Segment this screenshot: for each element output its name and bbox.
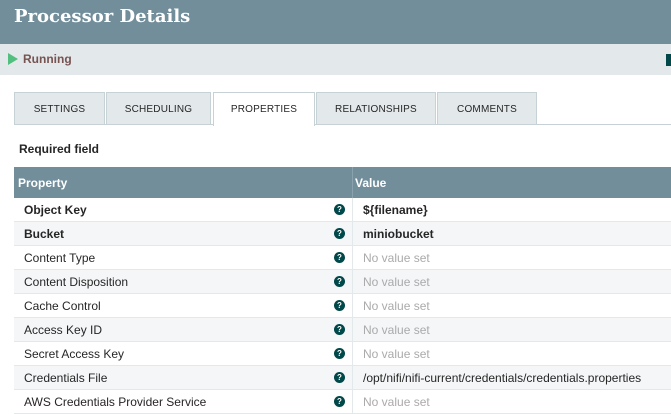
help-icon[interactable]: ?	[334, 204, 345, 215]
help-icon[interactable]: ?	[334, 372, 345, 383]
table-row[interactable]: Bucket ? miniobucket	[14, 222, 671, 246]
property-value[interactable]: miniobucket	[363, 227, 434, 241]
property-value[interactable]: No value set	[363, 299, 430, 313]
help-icon[interactable]: ?	[334, 348, 345, 359]
table-row[interactable]: Cache Control ? No value set	[14, 294, 671, 318]
table-row[interactable]: Secret Access Key ? No value set	[14, 342, 671, 366]
property-name: Cache Control	[24, 299, 101, 313]
property-name: Secret Access Key	[24, 347, 125, 361]
table-header: Property Value	[14, 167, 671, 198]
property-name: AWS Credentials Provider Service	[24, 395, 207, 409]
tab-bar: SETTINGS SCHEDULING PROPERTIES RELATIONS…	[14, 92, 671, 126]
tab-settings[interactable]: SETTINGS	[14, 92, 105, 125]
column-divider	[352, 294, 353, 318]
table-row[interactable]: AWS Credentials Provider Service ? No va…	[14, 390, 671, 414]
table-row[interactable]: Credentials File ? /opt/nifi/nifi-curren…	[14, 366, 671, 390]
column-divider	[352, 342, 353, 366]
tab-properties[interactable]: PROPERTIES	[213, 92, 315, 126]
status-bar: Running	[0, 44, 671, 75]
column-divider	[352, 318, 353, 342]
property-value[interactable]: No value set	[363, 395, 430, 409]
column-property[interactable]: Property	[18, 176, 67, 190]
property-name: Object Key	[24, 203, 87, 217]
property-value[interactable]: No value set	[363, 347, 430, 361]
property-value[interactable]: No value set	[363, 251, 430, 265]
help-icon[interactable]: ?	[334, 228, 345, 239]
column-divider	[352, 246, 353, 270]
run-status: Running	[23, 52, 72, 66]
required-field-note: Required field	[19, 142, 100, 156]
property-name: Credentials File	[24, 371, 108, 385]
dialog-header: Processor Details	[0, 0, 671, 44]
property-name: Bucket	[24, 227, 65, 241]
property-value[interactable]: /opt/nifi/nifi-current/credentials/crede…	[363, 371, 641, 385]
column-divider	[352, 198, 353, 222]
property-value[interactable]: No value set	[363, 275, 430, 289]
property-name: Content Type	[24, 251, 96, 265]
help-icon[interactable]: ?	[334, 324, 345, 335]
property-value[interactable]: No value set	[363, 323, 430, 337]
property-name: Access Key ID	[24, 323, 103, 337]
column-divider	[352, 167, 353, 198]
property-value[interactable]: ${filename}	[363, 203, 428, 217]
property-name: Content Disposition	[24, 275, 129, 289]
table-row[interactable]: Content Disposition ? No value set	[14, 270, 671, 294]
help-icon[interactable]: ?	[334, 276, 345, 287]
table-row[interactable]: Access Key ID ? No value set	[14, 318, 671, 342]
column-divider	[352, 222, 353, 246]
tab-comments[interactable]: COMMENTS	[437, 92, 537, 125]
table-row[interactable]: Content Type ? No value set	[14, 246, 671, 270]
properties-table: Property Value Object Key ? ${filename} …	[14, 167, 671, 414]
column-divider	[352, 390, 353, 414]
tab-scheduling[interactable]: SCHEDULING	[106, 92, 211, 125]
help-icon[interactable]: ?	[334, 300, 345, 311]
tab-relationships[interactable]: RELATIONSHIPS	[316, 92, 436, 125]
play-icon	[8, 53, 18, 65]
help-icon[interactable]: ?	[334, 252, 345, 263]
status-marker	[666, 54, 671, 66]
column-divider	[352, 270, 353, 294]
column-divider	[352, 366, 353, 390]
table-row[interactable]: Object Key ? ${filename}	[14, 198, 671, 222]
dialog-title: Processor Details	[14, 6, 191, 27]
column-value[interactable]: Value	[355, 176, 386, 190]
